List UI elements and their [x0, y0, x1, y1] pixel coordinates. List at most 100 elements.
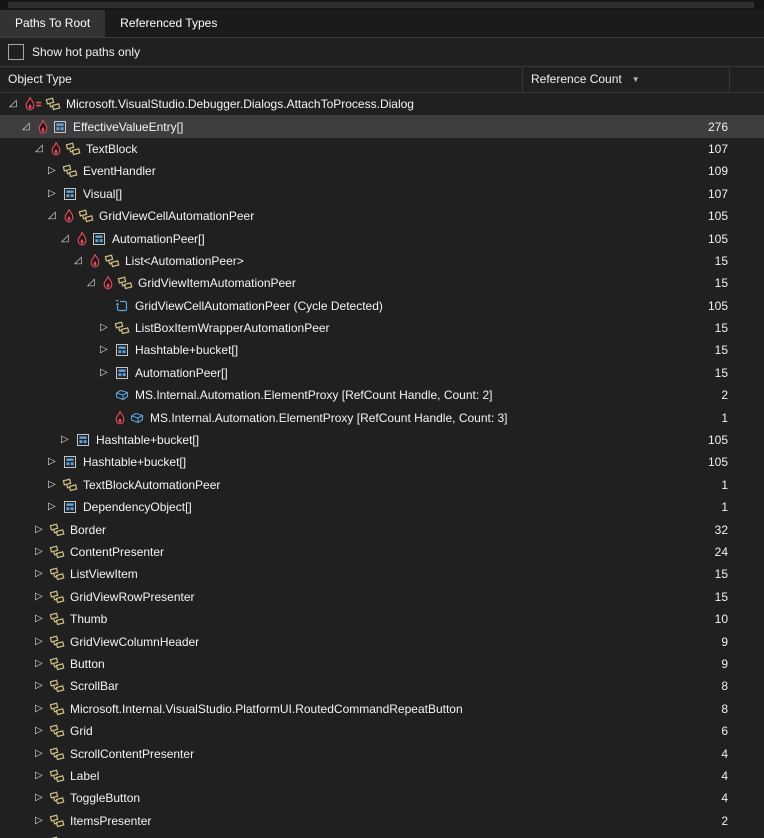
- object-type-label: TextBlock: [86, 141, 138, 156]
- expander-collapsed-icon[interactable]: ▷: [35, 726, 49, 736]
- expander-collapsed-icon[interactable]: ▷: [100, 367, 114, 378]
- object-type-label: MS.Internal.Automation.ElementProxy [Ref…: [135, 388, 493, 403]
- class-icon: [49, 768, 65, 784]
- table-row[interactable]: ▷ ToggleButton 4: [0, 787, 764, 809]
- reference-count-value: 6: [721, 724, 728, 739]
- table-row[interactable]: ▷ Hashtable+bucket[] 105: [0, 429, 764, 451]
- horizontal-splitter: [0, 0, 764, 10]
- show-hot-paths-label[interactable]: Show hot paths only: [32, 45, 140, 59]
- expander-collapsed-icon[interactable]: ▷: [35, 770, 49, 781]
- reference-count-value: 4: [721, 791, 728, 806]
- table-row[interactable]: ▷ ItemsPresenter 2: [0, 810, 764, 832]
- table-row[interactable]: MS.Internal.Automation.ElementProxy [Ref…: [0, 384, 764, 406]
- table-row[interactable]: ▷ ScrollBar 8: [0, 675, 764, 697]
- expander-expanded-icon[interactable]: ◿: [61, 233, 75, 244]
- table-row[interactable]: ◿ GridViewCellAutomationPeer 105: [0, 205, 764, 227]
- reference-count-value: 15: [714, 589, 728, 604]
- table-row[interactable]: ▷ Thumb 10: [0, 608, 764, 630]
- expander-collapsed-icon[interactable]: ▷: [48, 502, 62, 512]
- table-row[interactable]: ▷ TextBlockAutomationPeer 1: [0, 474, 764, 496]
- expander-collapsed-icon[interactable]: ▷: [100, 345, 114, 355]
- tab-paths-to-root[interactable]: Paths To Root: [0, 10, 106, 37]
- expander-expanded-icon[interactable]: ◿: [87, 278, 101, 288]
- object-type-label: TextBlockAutomationPeer: [83, 477, 221, 492]
- table-row[interactable]: ▷ Border 32: [0, 518, 764, 540]
- table-row[interactable]: ▷ Visual[] 107: [0, 183, 764, 205]
- expander-expanded-icon[interactable]: ◿: [48, 211, 62, 221]
- table-row[interactable]: MS.Internal.Automation.ElementProxy [Ref…: [0, 406, 764, 428]
- show-hot-paths-checkbox[interactable]: [8, 44, 24, 60]
- expander-collapsed-icon[interactable]: ▷: [61, 435, 75, 445]
- expander-expanded-icon[interactable]: ◿: [74, 255, 88, 266]
- expander-collapsed-icon[interactable]: ▷: [100, 323, 114, 333]
- expander-collapsed-icon[interactable]: ▷: [48, 457, 62, 467]
- expander-collapsed-icon[interactable]: ▷: [48, 166, 62, 176]
- hot-path-flame-icon: [75, 231, 91, 247]
- reference-count-value: 9: [721, 656, 728, 671]
- column-header-object-type[interactable]: Object Type: [8, 67, 72, 92]
- expander-collapsed-icon[interactable]: ▷: [35, 815, 49, 826]
- hot-path-flame-icon: [49, 141, 65, 157]
- table-row[interactable]: ▷ ScrollContentPresenter 4: [0, 742, 764, 764]
- table-row[interactable]: ◿ GridViewItemAutomationPeer 15: [0, 272, 764, 294]
- table-row[interactable]: ▷ EventHandler 109: [0, 160, 764, 182]
- object-type-label: ListViewItem: [70, 567, 138, 582]
- expander-collapsed-icon[interactable]: ▷: [35, 547, 49, 557]
- expander-collapsed-icon[interactable]: ▷: [35, 748, 49, 759]
- expander-collapsed-icon[interactable]: ▷: [35, 793, 49, 803]
- expander-expanded-icon[interactable]: ◿: [22, 121, 36, 132]
- expander-collapsed-icon[interactable]: ▷: [35, 636, 49, 647]
- expander-collapsed-icon[interactable]: ▷: [35, 703, 49, 714]
- expander-collapsed-icon[interactable]: ▷: [35, 614, 49, 624]
- expander-collapsed-icon[interactable]: ▷: [35, 658, 49, 669]
- expander-collapsed-icon[interactable]: ▷: [35, 681, 49, 691]
- reference-count-value: 15: [714, 567, 728, 582]
- table-row[interactable]: ▷ DependencyObject[] 1: [0, 496, 764, 518]
- reference-count-value: 4: [721, 746, 728, 761]
- expander-collapsed-icon[interactable]: ▷: [35, 591, 49, 602]
- value-array-icon: [75, 432, 91, 448]
- reference-count-value: 24: [714, 545, 728, 559]
- class-icon: [49, 790, 65, 806]
- table-row[interactable]: ▷ Microsoft.Internal.VisualStudio.Platfo…: [0, 698, 764, 720]
- column-header-reference-count[interactable]: Reference Count ▼: [531, 67, 640, 92]
- expander-expanded-icon[interactable]: ◿: [35, 143, 49, 154]
- table-row[interactable]: ▷ Label 4: [0, 765, 764, 787]
- table-row[interactable]: ◿ List<AutomationPeer> 15: [0, 250, 764, 272]
- object-type-label: ScrollBar: [70, 679, 119, 694]
- table-row[interactable]: ▷ AutomationPeer[] 15: [0, 362, 764, 384]
- table-row[interactable]: ▷ Grid 6: [0, 720, 764, 742]
- table-row[interactable]: ▷ ListBoxItemWrapperAutomationPeer 15: [0, 317, 764, 339]
- expander-collapsed-icon[interactable]: ▷: [48, 479, 62, 490]
- reference-count-value: 105: [707, 455, 728, 470]
- table-row[interactable]: ▷ Button 9: [0, 653, 764, 675]
- expander-collapsed-icon[interactable]: ▷: [35, 524, 49, 535]
- table-row[interactable]: ◿ TextBlock 107: [0, 138, 764, 160]
- tab-referenced-types[interactable]: Referenced Types: [105, 10, 232, 37]
- class-icon: [49, 701, 65, 717]
- class-icon: [49, 611, 65, 627]
- element-proxy-icon: [114, 387, 130, 403]
- table-row[interactable]: ▷ ListViewItem 15: [0, 563, 764, 585]
- column-divider[interactable]: [522, 67, 523, 92]
- table-row[interactable]: ▷ Hashtable+bucket[] 105: [0, 451, 764, 473]
- reference-count-value: 2: [721, 813, 728, 828]
- table-row[interactable]: ▷ Hashtable+bucket[] 15: [0, 339, 764, 361]
- table-row[interactable]: ▷ GridViewColumnHeader 9: [0, 630, 764, 652]
- expander-collapsed-icon[interactable]: ▷: [35, 569, 49, 579]
- column-divider[interactable]: [729, 67, 730, 92]
- table-row[interactable]: ◿ Microsoft.VisualStudio.Debugger.Dialog…: [0, 93, 764, 115]
- table-row[interactable]: ◿ AutomationPeer[] 105: [0, 227, 764, 249]
- object-type-label: GridViewColumnHeader: [70, 634, 200, 649]
- reference-count-value: 105: [707, 209, 728, 224]
- table-row[interactable]: ▷: [0, 832, 764, 838]
- splitter-handle[interactable]: [8, 2, 754, 8]
- table-row[interactable]: ▷ GridViewRowPresenter 15: [0, 586, 764, 608]
- expander-collapsed-icon[interactable]: ▷: [48, 188, 62, 199]
- expander-expanded-icon[interactable]: ◿: [9, 99, 23, 109]
- value-array-icon: [52, 119, 68, 135]
- table-row[interactable]: ▷ ContentPresenter 24: [0, 541, 764, 563]
- table-row[interactable]: GridViewCellAutomationPeer (Cycle Detect…: [0, 295, 764, 317]
- class-icon: [49, 723, 65, 739]
- table-row[interactable]: ◿ EffectiveValueEntry[] 276: [0, 115, 764, 138]
